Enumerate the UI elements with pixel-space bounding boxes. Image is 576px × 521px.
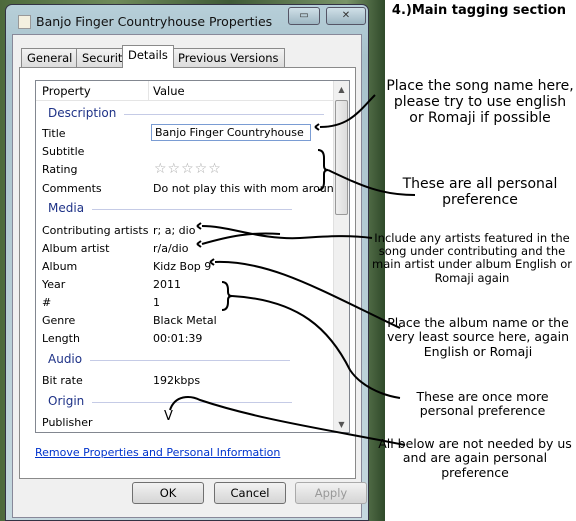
album-annotation: Place the album name or the very least s… [386, 315, 570, 359]
personal-annotation: These are all personal preference [402, 176, 558, 209]
brace-once [221, 281, 233, 311]
artists-annotation: Include any artists featured in the song… [372, 231, 572, 285]
arrow-artists-1 [196, 222, 373, 240]
below-annotation: All below are not needed by us and are a… [378, 436, 572, 480]
song-annotation: Place the song name here, please try to … [386, 78, 574, 127]
arrow-v-mark: V [164, 409, 173, 424]
line-below [169, 396, 406, 446]
arrow-song [314, 94, 376, 131]
brace-personal [317, 149, 329, 191]
heading-annotation: 4.)Main tagging section [391, 3, 567, 18]
tab-details[interactable]: Details [122, 45, 174, 68]
line-once [231, 295, 401, 399]
once-annotation: These are once more personal preference [416, 389, 549, 419]
